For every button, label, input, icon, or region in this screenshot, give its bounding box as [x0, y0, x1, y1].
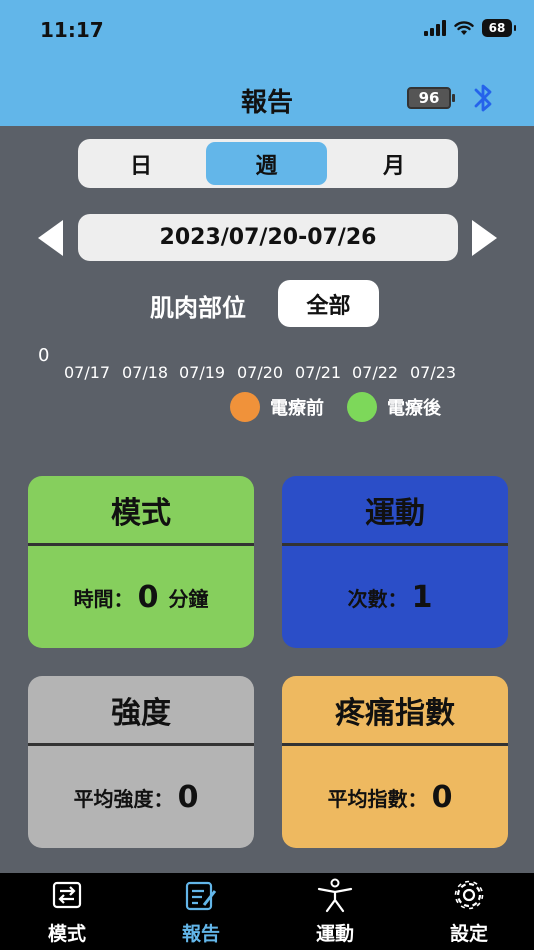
exercise-count-label: 次數： [347, 586, 408, 611]
mode-time-value: 0 [137, 579, 159, 615]
average-pain-label: 平均指數： [327, 786, 428, 811]
pain-index-card: 疼痛指數 平均指數： 0 [282, 676, 508, 848]
average-pain-value: 0 [431, 779, 453, 815]
pain-index-card-body: 平均指數： 0 [282, 746, 508, 848]
tab-settings[interactable]: 設定 [419, 877, 519, 946]
x-tick-label: 07/19 [179, 363, 226, 382]
tab-report[interactable]: 報告 [151, 877, 251, 946]
x-tick-label: 07/23 [410, 363, 457, 382]
mode-card: 模式 時間： 0 分鐘 [28, 476, 254, 648]
tab-report-label: 報告 [181, 923, 220, 945]
muscle-area-label: 肌肉部位 [150, 294, 246, 322]
device-battery-indicator: 96 [407, 87, 455, 109]
legend-item-after: 電療後 [347, 392, 441, 422]
header: 11:17 68 報告 96 [0, 0, 534, 126]
exercise-card-title: 運動 [282, 476, 508, 546]
legend-swatch-before [230, 392, 260, 422]
exercise-card: 運動 次數： 1 [282, 476, 508, 648]
gear-icon [454, 880, 484, 910]
tab-mode-label: 模式 [47, 923, 86, 945]
tab-month[interactable]: 月 [333, 142, 455, 185]
mode-card-body: 時間： 0 分鐘 [28, 546, 254, 648]
legend-item-before: 電療前 [230, 392, 324, 422]
report-icon [185, 881, 217, 911]
x-tick-label: 07/17 [64, 363, 111, 382]
tab-day[interactable]: 日 [81, 142, 201, 185]
bluetooth-icon[interactable] [470, 80, 498, 116]
legend-label-before: 電療前 [270, 398, 324, 419]
mode-time-unit: 分鐘 [168, 586, 209, 611]
intensity-card-title: 強度 [28, 676, 254, 746]
status-icons: 68 [424, 19, 516, 37]
wifi-icon [454, 21, 474, 35]
tab-exercise-label: 運動 [315, 923, 354, 945]
x-tick-label: 07/20 [237, 363, 284, 382]
tab-mode[interactable]: 模式 [17, 877, 117, 946]
date-range-display: 2023/07/20-07/26 [78, 214, 458, 261]
legend-label-after: 電療後 [387, 398, 441, 419]
legend-swatch-after [347, 392, 377, 422]
battery-status-icon: 68 [482, 19, 516, 37]
x-tick-label: 07/22 [352, 363, 399, 382]
period-segmented-control: 日 週 月 [78, 139, 458, 188]
next-period-arrow-icon[interactable] [472, 220, 497, 256]
weekly-chart: 0 07/17 07/18 07/19 07/20 07/21 07/22 07… [0, 335, 534, 430]
y-tick-label: 0 [38, 345, 50, 366]
exercise-card-body: 次數： 1 [282, 546, 508, 648]
previous-period-arrow-icon[interactable] [38, 220, 63, 256]
x-tick-label: 07/21 [295, 363, 342, 382]
tab-settings-label: 設定 [449, 923, 488, 945]
intensity-card-body: 平均強度： 0 [28, 746, 254, 848]
refresh-icon [52, 881, 82, 909]
x-tick-label: 07/18 [122, 363, 169, 382]
intensity-card: 強度 平均強度： 0 [28, 676, 254, 848]
pain-index-card-title: 疼痛指數 [282, 676, 508, 746]
exercise-count-value: 1 [411, 579, 433, 615]
muscle-area-select[interactable]: 全部 [278, 280, 379, 327]
bottom-tab-bar: 模式 報告 運動 設定 [0, 873, 534, 950]
tab-exercise[interactable]: 運動 [285, 877, 385, 946]
mode-card-title: 模式 [28, 476, 254, 546]
mode-time-label: 時間： [73, 586, 134, 611]
status-time: 11:17 [40, 18, 104, 42]
tab-week[interactable]: 週 [206, 142, 327, 185]
exercise-icon [317, 878, 353, 913]
average-intensity-label: 平均強度： [73, 786, 174, 811]
average-intensity-value: 0 [177, 779, 199, 815]
cellular-signal-icon [424, 20, 446, 36]
